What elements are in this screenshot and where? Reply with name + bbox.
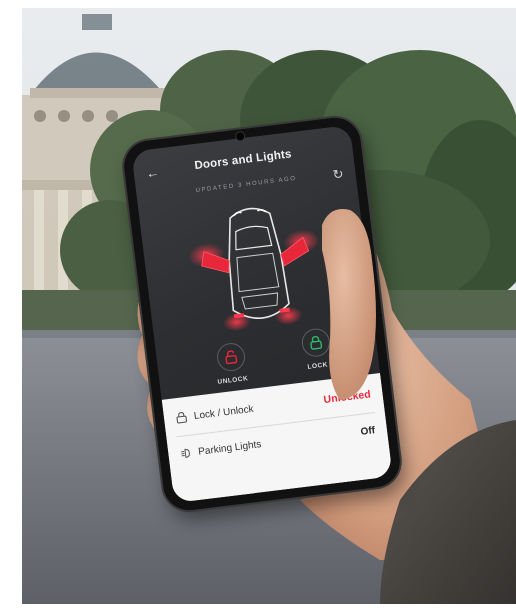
lock-status-value: Unlocked: [322, 388, 372, 407]
unlock-button[interactable]: [215, 341, 247, 373]
lock-icon: [175, 411, 188, 424]
app-header: ← Doors and Lights: [133, 139, 354, 188]
status-sheet: Lock / Unlock Unlocked Parking Lights Of…: [161, 373, 393, 504]
windshield: [235, 225, 273, 251]
roof: [236, 252, 280, 293]
locked-padlock-icon: [310, 335, 323, 350]
refresh-icon[interactable]: ↻: [332, 166, 345, 183]
car-top-view: [188, 207, 320, 332]
rear-window: [241, 292, 279, 310]
unlocked-padlock-icon: [225, 350, 238, 365]
parking-lights-value: Off: [359, 424, 376, 438]
app-screen: ← Doors and Lights UPDATED 3 HOURS AGO ↻: [131, 124, 393, 504]
smartphone: ← Doors and Lights UPDATED 3 HOURS AGO ↻: [121, 114, 403, 514]
lock-label: LOCK: [307, 361, 329, 371]
unlock-label: UNLOCK: [217, 375, 249, 386]
photo-scene: ← Doors and Lights UPDATED 3 HOURS AGO ↻: [0, 0, 516, 610]
parking-light-icon: [180, 447, 193, 460]
car-body-outline: [228, 207, 290, 320]
lock-unlock-label: Lock / Unlock: [193, 403, 255, 422]
lock-button[interactable]: [300, 327, 332, 359]
